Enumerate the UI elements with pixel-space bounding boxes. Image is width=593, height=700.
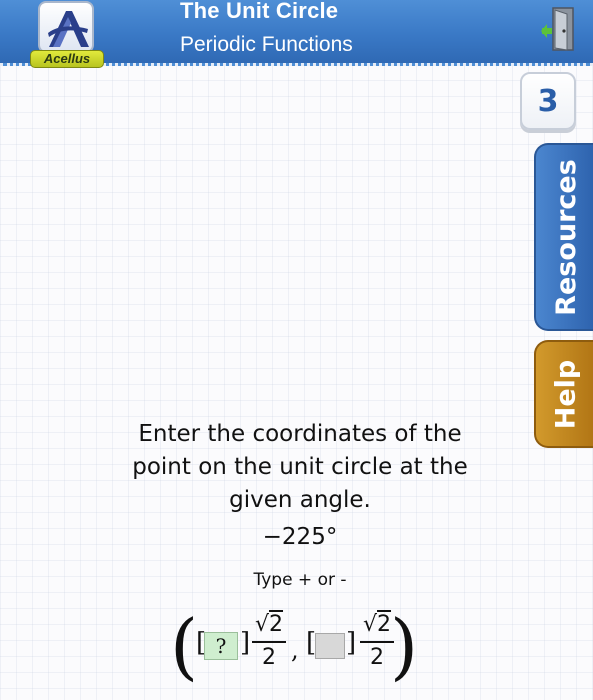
sign-instruction: Type + or -	[253, 570, 347, 590]
bracket-close-2: ]	[346, 628, 357, 658]
exit-door-icon[interactable]	[541, 4, 577, 54]
lesson-subtitle: Periodic Functions	[180, 33, 353, 56]
right-paren: )	[390, 604, 419, 688]
question-prompt: Enter the coordinates of the point on th…	[132, 421, 468, 513]
x-fraction-denominator: 2	[262, 645, 276, 670]
lesson-title: The Unit Circle	[180, 0, 339, 23]
y-radicand: 2	[377, 612, 392, 637]
x-radical-sign: √	[254, 612, 270, 637]
left-paren: (	[170, 604, 199, 688]
bracket-close-1: ]	[240, 628, 251, 658]
x-fraction: √2 2	[250, 610, 288, 672]
x-radicand: 2	[269, 612, 284, 637]
step-counter: 3	[520, 72, 576, 130]
help-tab[interactable]: Help	[534, 340, 593, 448]
y-radical-sign: √	[362, 612, 378, 637]
x-fraction-numerator: √2	[250, 610, 288, 640]
logo-label: Acellus	[30, 50, 104, 68]
acellus-logo-icon	[38, 1, 94, 53]
coordinate-comma: ,	[291, 636, 299, 664]
x-sign-input[interactable]: ?	[204, 632, 238, 660]
resources-tab[interactable]: Resources	[534, 143, 593, 331]
answer-expression: ( [ ? ] √2 2 , [ ] √2 2 )	[168, 604, 418, 690]
resources-tab-label: Resources	[550, 158, 582, 316]
y-fraction-bar	[360, 641, 394, 643]
acellus-logo: Acellus	[30, 1, 104, 68]
header-bar: Acellus The Unit Circle Periodic Functio…	[0, 0, 593, 68]
x-fraction-bar	[252, 641, 286, 643]
given-angle: −225°	[262, 524, 338, 550]
help-tab-label: Help	[550, 359, 582, 429]
y-sign-input[interactable]	[315, 633, 345, 659]
